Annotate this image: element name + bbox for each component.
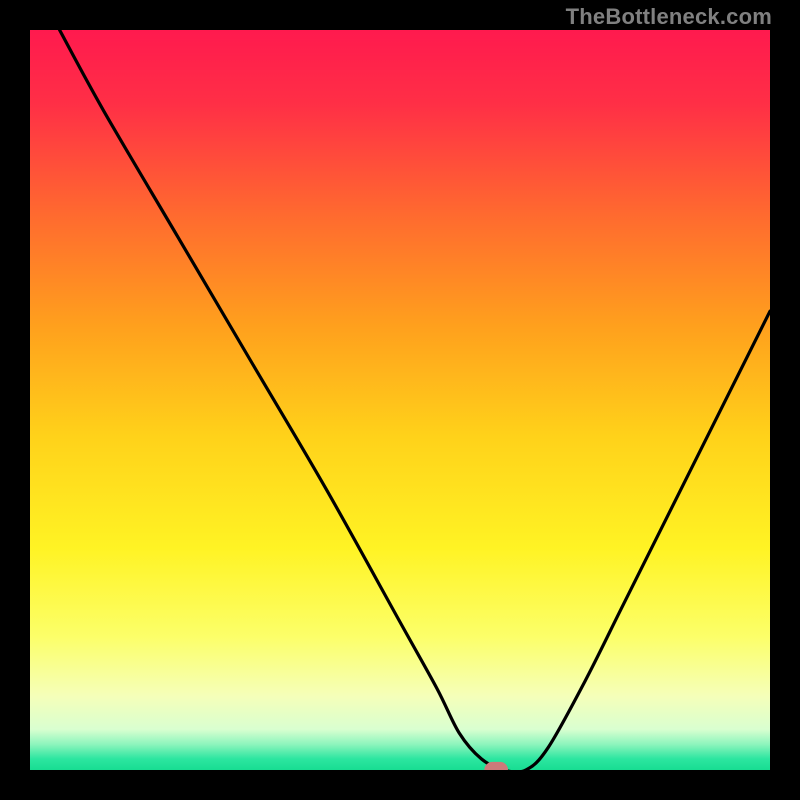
- gradient-background: [30, 30, 770, 770]
- watermark-text: TheBottleneck.com: [566, 4, 772, 30]
- plot-area: [30, 30, 770, 770]
- chart-svg: [30, 30, 770, 770]
- chart-frame: TheBottleneck.com: [0, 0, 800, 800]
